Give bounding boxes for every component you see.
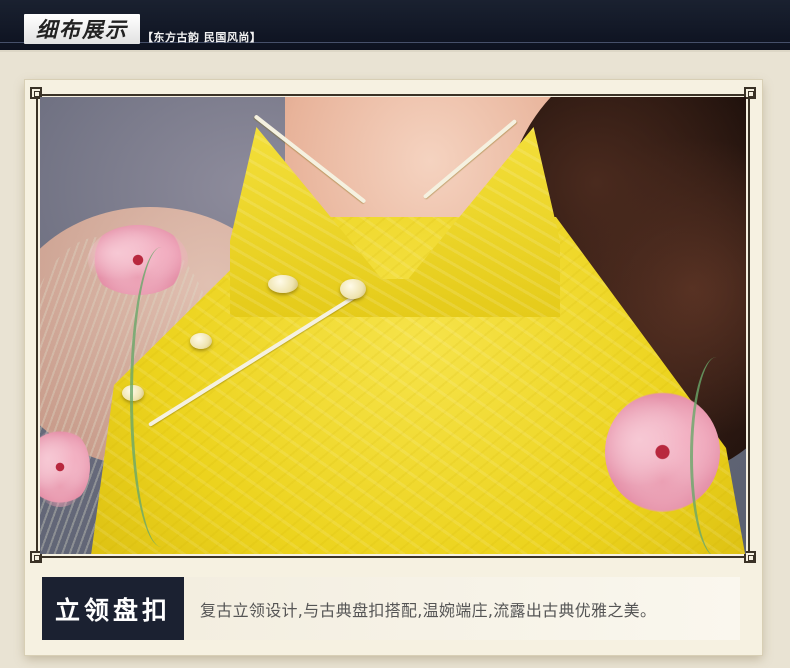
frog-button-knot: [190, 333, 212, 349]
header-subtitle: 【东方古韵 民国风尚】: [142, 31, 262, 44]
product-detail-photo: [40, 97, 746, 554]
caption-label: 立领盘扣: [54, 595, 171, 625]
caption-label-box: 立领盘扣: [42, 577, 184, 640]
embroidered-vine: [130, 247, 193, 547]
header-title: 细布展示: [36, 17, 128, 42]
header-title-box: 细布展示: [24, 14, 140, 44]
header-bar: 细布展示 【东方古韵 民国风尚】: [0, 0, 790, 52]
embroidered-vine: [690, 357, 743, 554]
frog-button-knot: [340, 279, 366, 299]
caption-text: 复古立领设计,与古典盘扣搭配,温婉端庄,流露出古典优雅之美。: [200, 600, 657, 620]
frog-button-knot: [268, 275, 298, 293]
caption-text-box: 复古立领设计,与古典盘扣搭配,温婉端庄,流露出古典优雅之美。: [184, 577, 740, 640]
